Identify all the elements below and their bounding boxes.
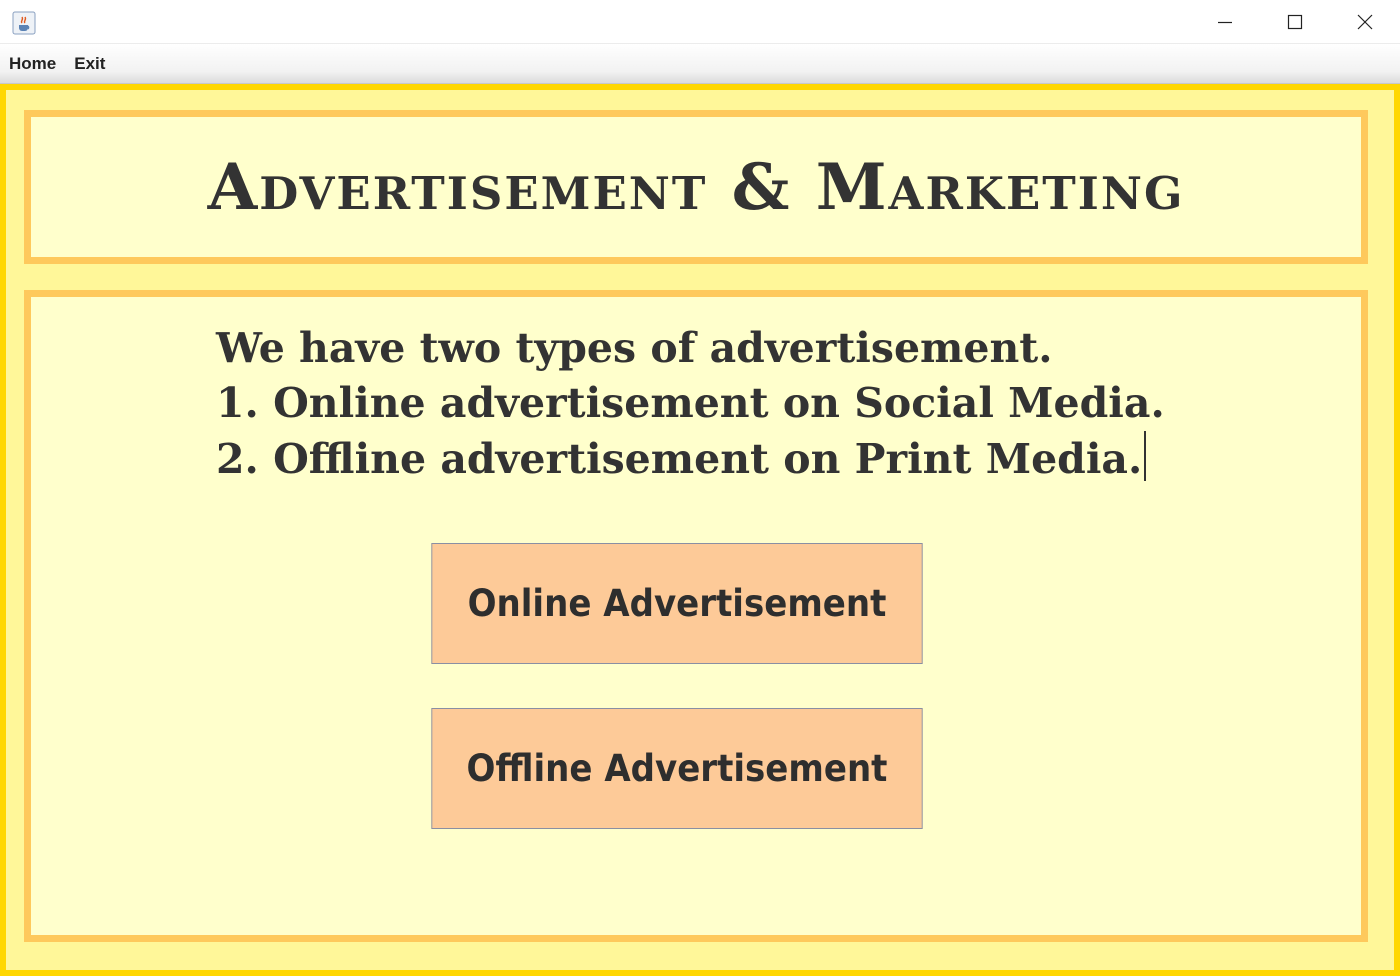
header-panel: Advertisement & Marketing [24,110,1368,264]
page-title: Advertisement & Marketing [207,149,1185,225]
description-text-area[interactable]: We have two types of advertisement. 1. O… [216,321,1165,487]
minimize-icon[interactable] [1190,0,1260,44]
java-cup-icon [12,11,36,35]
text-caret [1144,431,1147,481]
description-line-2: 1. Online advertisement on Social Media. [216,379,1165,427]
title-bar [0,0,1400,44]
menu-bar: Home Exit [0,44,1400,84]
close-icon[interactable] [1330,0,1400,44]
main-panel: We have two types of advertisement. 1. O… [24,290,1368,942]
description-line-3-row: 2. Offline advertisement on Print Media. [216,431,1165,487]
description-line-1: We have two types of advertisement. [216,324,1053,372]
window-controls [1190,0,1400,44]
online-advertisement-button[interactable]: Online Advertisement [431,543,923,664]
menu-exit[interactable]: Exit [74,54,105,74]
offline-advertisement-button[interactable]: Offline Advertisement [431,708,923,829]
description-line-3: 2. Offline advertisement on Print Media. [216,435,1143,483]
menu-home[interactable]: Home [9,54,56,74]
app-window: Home Exit Advertisement & Marketing We h… [0,0,1400,976]
content-area: Advertisement & Marketing We have two ty… [0,84,1400,976]
maximize-icon[interactable] [1260,0,1330,44]
